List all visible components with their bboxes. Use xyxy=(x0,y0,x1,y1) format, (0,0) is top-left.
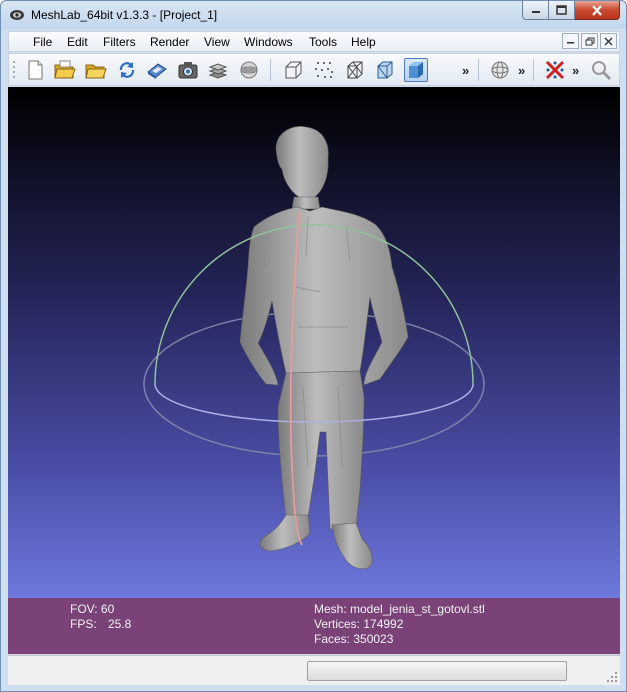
menu-edit[interactable]: Edit xyxy=(67,35,88,49)
mdi-close-button[interactable] xyxy=(600,33,617,49)
title-bar[interactable]: MeshLab_64bit v1.3.3 - [Project_1] xyxy=(1,1,626,29)
viewport-info-bar: FOV: 60 FPS: 25.8 Mesh: model_jenia_st_g… xyxy=(8,598,620,654)
fps-label: FPS: xyxy=(70,617,97,631)
bounding-box-icon xyxy=(285,61,302,79)
mdi-restore-button[interactable] xyxy=(581,33,598,49)
progress-bar xyxy=(307,661,567,681)
resize-grip-icon[interactable] xyxy=(606,671,618,683)
search-icon xyxy=(592,61,612,81)
toolbar-overflow-button[interactable]: » xyxy=(462,63,469,78)
layers-icon xyxy=(208,63,228,79)
points-icon xyxy=(315,62,333,78)
meshlab-logo-icon xyxy=(10,10,24,20)
delete-icon xyxy=(545,60,565,80)
snapshot-button[interactable] xyxy=(176,58,200,82)
open-project-button[interactable] xyxy=(84,58,108,82)
maximize-button[interactable] xyxy=(549,1,575,20)
layers-button[interactable] xyxy=(206,58,230,82)
status-bar xyxy=(8,655,620,685)
3d-viewport[interactable] xyxy=(8,87,620,598)
open-folder-icon xyxy=(54,60,76,79)
hidden-lines-icon xyxy=(377,61,393,79)
menu-render[interactable]: Render xyxy=(150,35,189,49)
wireframe-button[interactable] xyxy=(343,58,367,82)
flat-shading-button[interactable] xyxy=(404,58,428,82)
search-button[interactable] xyxy=(589,58,613,82)
points-render-button[interactable] xyxy=(312,58,336,82)
snapshot-icon xyxy=(178,62,198,79)
mesh-name: Mesh: model_jenia_st_gotovl.stl xyxy=(314,602,485,616)
reload-button[interactable] xyxy=(115,58,139,82)
export-mesh-icon xyxy=(147,63,167,79)
restore-icon xyxy=(585,37,594,45)
meshlab-window: MeshLab_64bit v1.3.3 - [Project_1] File … xyxy=(0,0,627,692)
close-button[interactable] xyxy=(575,1,620,20)
minimize-button[interactable] xyxy=(522,1,549,20)
bounding-box-button[interactable] xyxy=(281,58,305,82)
menu-tools[interactable]: Tools xyxy=(309,35,337,49)
close-icon xyxy=(592,4,602,16)
open-project-icon xyxy=(85,64,107,79)
sphere-grid-button[interactable] xyxy=(488,58,512,82)
menu-file[interactable]: File xyxy=(33,35,52,49)
vertex-count: Vertices: 174992 xyxy=(314,617,404,631)
reload-icon xyxy=(119,62,135,78)
menu-bar: File Edit Filters Render View Windows To… xyxy=(8,31,620,52)
delete-selection-button[interactable] xyxy=(543,58,567,82)
maximize-icon xyxy=(556,5,567,15)
window-title: MeshLab_64bit v1.3.3 - [Project_1] xyxy=(31,8,218,22)
open-mesh-button[interactable] xyxy=(53,58,77,82)
trackball-button[interactable] xyxy=(237,58,261,82)
toolbar-overflow-button[interactable]: » xyxy=(572,63,579,78)
main-toolbar: » » » xyxy=(8,53,620,86)
flat-shading-icon xyxy=(409,62,423,78)
hidden-lines-button[interactable] xyxy=(373,58,397,82)
toolbar-separator xyxy=(478,59,479,81)
menu-windows[interactable]: Windows xyxy=(244,35,293,49)
mdi-minimize-button[interactable] xyxy=(562,33,579,49)
face-count: Faces: 350023 xyxy=(314,632,394,646)
new-project-button[interactable] xyxy=(23,58,47,82)
export-mesh-button[interactable] xyxy=(145,58,169,82)
new-document-icon xyxy=(28,60,43,80)
fps-value: 25.8 xyxy=(108,617,132,631)
toolbar-separator xyxy=(533,59,534,81)
toolbar-grip-icon xyxy=(13,61,15,78)
close-icon xyxy=(604,37,613,45)
scene-canvas xyxy=(143,126,485,570)
wireframe-icon xyxy=(347,61,363,79)
menu-help[interactable]: Help xyxy=(351,35,376,49)
fov-label: FOV: 60 xyxy=(70,602,115,616)
toolbar-separator xyxy=(270,59,271,81)
minimize-icon xyxy=(531,11,540,13)
human-mesh-model xyxy=(239,126,409,570)
trackball-icon xyxy=(240,61,258,79)
menu-view[interactable]: View xyxy=(204,35,230,49)
minimize-icon xyxy=(567,42,574,44)
sphere-grid-icon xyxy=(491,61,509,79)
menu-filters[interactable]: Filters xyxy=(103,35,136,49)
toolbar-overflow-button[interactable]: » xyxy=(518,63,525,78)
